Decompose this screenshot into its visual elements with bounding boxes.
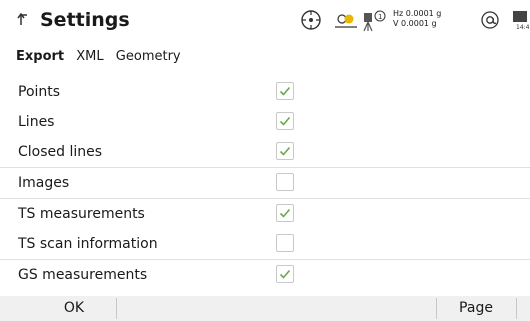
hz-value: Hz 0.0001 g — [393, 9, 442, 18]
angle-readout: Hz 0.0001 g V 0.0001 g — [393, 9, 441, 29]
page-button[interactable]: Page — [436, 296, 516, 321]
bottom-toolbar: OK Page — [0, 296, 530, 321]
row-label: Points — [18, 84, 61, 100]
divider — [116, 298, 117, 319]
checkmark-icon — [279, 146, 291, 156]
points-checkbox[interactable] — [276, 82, 294, 100]
gs-measurements-checkbox[interactable] — [276, 265, 294, 283]
row-label: GS measurements — [18, 267, 148, 283]
tab-geometry[interactable]: Geometry — [116, 49, 181, 64]
at-icon[interactable] — [479, 9, 501, 31]
page-title: Settings — [40, 9, 130, 31]
checkmark-icon — [279, 116, 291, 126]
row-ts-measurements[interactable]: TS measurements — [0, 198, 530, 229]
row-lines[interactable]: Lines — [0, 107, 530, 137]
svg-text:1: 1 — [378, 13, 382, 21]
row-label: TS scan information — [18, 236, 158, 252]
images-checkbox[interactable] — [276, 173, 294, 191]
checkmark-icon — [279, 269, 291, 279]
battery-icon[interactable] — [512, 9, 530, 25]
ts-measurements-checkbox[interactable] — [276, 204, 294, 222]
row-label: Images — [18, 175, 70, 191]
ts-scan-information-checkbox[interactable] — [276, 234, 294, 252]
row-gs-measurements[interactable]: GS measurements — [0, 259, 530, 290]
tab-export[interactable]: Export — [16, 49, 64, 64]
row-label: TS measurements — [18, 206, 145, 222]
v-value: V 0.0001 g — [393, 19, 437, 28]
compass-icon[interactable] — [300, 9, 322, 31]
row-closed-lines[interactable]: Closed lines — [0, 137, 530, 167]
target-icon[interactable] — [333, 9, 359, 31]
divider — [516, 298, 517, 319]
row-ts-scan-information[interactable]: TS scan information — [0, 229, 530, 259]
row-points[interactable]: Points — [0, 77, 530, 107]
back-icon[interactable] — [16, 12, 32, 28]
instrument-icon[interactable]: 1 — [360, 9, 390, 33]
row-label: Closed lines — [18, 144, 103, 160]
tab-bar: Export XML Geometry — [16, 49, 189, 69]
tab-xml[interactable]: XML — [76, 49, 103, 64]
title-bar: Settings 1 Hz 0.0001 g V 0.0001 g 14:4 — [0, 0, 530, 40]
export-options-list: Points Lines Closed lines Images TS meas… — [0, 77, 530, 290]
checkmark-icon — [279, 86, 291, 96]
lines-checkbox[interactable] — [276, 112, 294, 130]
clock: 14:4 — [516, 24, 530, 31]
checkmark-icon — [279, 208, 291, 218]
row-images[interactable]: Images — [0, 167, 530, 198]
closed-lines-checkbox[interactable] — [276, 142, 294, 160]
ok-button[interactable]: OK — [32, 296, 116, 321]
row-label: Lines — [18, 114, 55, 130]
